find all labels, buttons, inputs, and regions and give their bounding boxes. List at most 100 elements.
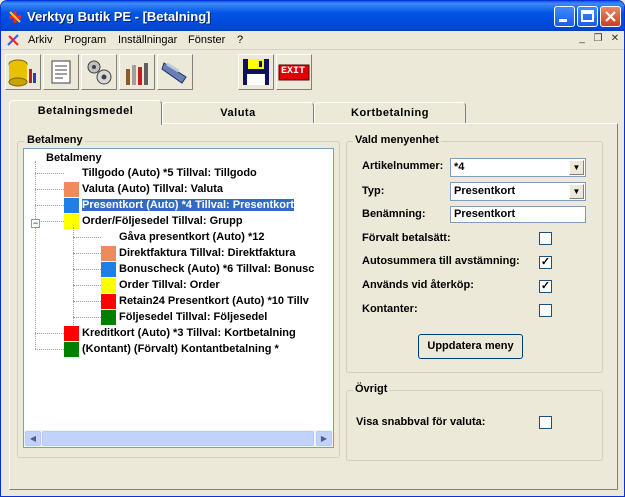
tree-node-label: Följesedel Tillval: Följesedel [119, 311, 268, 323]
collapse-expander[interactable]: − [31, 219, 40, 228]
tree-line [73, 317, 101, 318]
chevron-down-icon[interactable]: ▼ [569, 160, 584, 175]
window-title: Verktyg Butik PE - [Betalning] [27, 9, 211, 24]
reader-icon [161, 62, 187, 84]
tree-node-label: Order Tillval: Order [119, 279, 220, 291]
save-button[interactable] [238, 54, 274, 90]
kontanter-label: Kontanter: [362, 303, 418, 315]
artikelnummer-select[interactable]: *4 ▼ [450, 158, 586, 177]
tab-kortbetalning[interactable]: Kortbetalning [314, 102, 466, 124]
tree-node-label: Presentkort (Auto) *4 Tillval: Presentko… [82, 199, 294, 211]
menu-arkiv[interactable]: Arkiv [28, 34, 52, 46]
tree-node[interactable]: Order/Följesedel Tillval: Grupp [82, 214, 243, 229]
forvalt-checkbox[interactable] [539, 232, 552, 245]
tab-betalningsmedel[interactable]: Betalningsmedel [9, 100, 162, 125]
toolbar-tools-button[interactable] [119, 54, 155, 90]
maximize-button[interactable] [577, 6, 598, 27]
scroll-left-button[interactable]: ◀ [25, 431, 41, 446]
color-swatch [64, 326, 79, 341]
vald-menyenhet-title: Vald menyenhet [353, 134, 441, 146]
chevron-down-icon[interactable]: ▼ [569, 184, 584, 199]
color-swatch [101, 310, 116, 325]
color-swatch [101, 294, 116, 309]
tree-node[interactable]: Gåva presentkort (Auto) *12 [119, 230, 264, 245]
tree-node[interactable]: Valuta (Auto) Tillval: Valuta [82, 182, 223, 197]
exit-button[interactable]: EXIT [276, 54, 312, 90]
tree-line [73, 227, 74, 325]
menu-bar: Arkiv Program Inställningar Fönster ? _ … [1, 31, 624, 50]
snabbval-checkbox[interactable] [539, 416, 552, 429]
tree-node-label: Direktfaktura Tillval: Direktfaktura [119, 247, 296, 259]
mdi-close-button[interactable]: ✕ [607, 33, 623, 47]
mdi-restore-button[interactable]: ❐ [590, 33, 606, 47]
menu-program[interactable]: Program [64, 34, 106, 46]
tree-line [35, 205, 64, 206]
forvalt-label: Förvalt betalsätt: [362, 232, 451, 244]
benamning-input[interactable]: Presentkort [450, 206, 586, 223]
settings-icon [87, 60, 112, 85]
aterkop-label: Används vid återköp: [362, 279, 474, 291]
tree-node-label: Gåva presentkort (Auto) *12 [119, 231, 265, 243]
tree-node[interactable]: Retain24 Presentkort (Auto) *10 Tillv [119, 294, 309, 309]
minimize-button[interactable] [554, 6, 575, 27]
toolbar-settings-button[interactable] [81, 54, 117, 90]
tree-node-label: Bonuscheck (Auto) *6 Tillval: Bonusc [119, 263, 315, 275]
tree-node[interactable]: Kreditkort (Auto) *3 Tillval: Kortbetaln… [82, 326, 296, 341]
tree-node[interactable]: Presentkort (Auto) *4 Tillval: Presentko… [82, 198, 294, 213]
scroll-right-button[interactable]: ▶ [316, 431, 332, 446]
document-menu-icon[interactable] [6, 33, 21, 48]
tree-root-label: Betalmeny [46, 152, 102, 164]
aterkop-checkbox[interactable]: ✓ [539, 280, 552, 293]
tree-node-label: (Kontant) (Förvalt) Kontantbetalning * [82, 343, 279, 355]
scroll-thumb[interactable] [42, 431, 314, 446]
typ-value: Presentkort [454, 185, 516, 197]
typ-select[interactable]: Presentkort ▼ [450, 182, 586, 201]
tab-valuta[interactable]: Valuta [162, 102, 314, 124]
typ-label: Typ: [362, 185, 385, 197]
tree-node[interactable]: Direktfaktura Tillval: Direktfaktura [119, 246, 295, 261]
close-button[interactable] [600, 6, 621, 27]
exit-label: EXIT [281, 66, 306, 77]
mdi-minimize-button[interactable]: _ [574, 33, 590, 47]
tree-node[interactable]: Order Tillval: Order [119, 278, 220, 293]
menu-fonster[interactable]: Fönster [188, 34, 225, 46]
tree-line [73, 301, 101, 302]
betalmeny-tree[interactable]: Betalmeny Tillgodo (Auto) *5 Tillval: Ti… [23, 148, 334, 448]
tree-line [35, 333, 64, 334]
tree-node-label: Kreditkort (Auto) *3 Tillval: Kortbetaln… [82, 327, 296, 339]
tree-line [35, 349, 64, 350]
tree-node[interactable]: Bonuscheck (Auto) *6 Tillval: Bonusc [119, 262, 314, 277]
menu-help[interactable]: ? [237, 34, 243, 46]
horizontal-scrollbar[interactable]: ◀ ▶ [24, 430, 333, 447]
tree-node-label: Tillgodo (Auto) *5 Tillval: Tillgodo [82, 167, 257, 179]
tree-node[interactable]: Följesedel Tillval: Följesedel [119, 310, 267, 325]
benamning-label: Benämning: [362, 208, 426, 220]
kontanter-checkbox[interactable] [539, 304, 552, 317]
snabbval-label: Visa snabbval för valuta: [356, 416, 486, 428]
maximize-icon [581, 10, 594, 22]
toolbar-reader-button[interactable] [157, 54, 193, 90]
betalmeny-group-title: Betalmeny [25, 134, 85, 146]
tree-node[interactable]: Tillgodo (Auto) *5 Tillval: Tillgodo [82, 166, 257, 181]
menu-installningar[interactable]: Inställningar [118, 34, 177, 46]
tree-node[interactable]: (Kontant) (Förvalt) Kontantbetalning * [82, 342, 279, 357]
autosummera-checkbox[interactable]: ✓ [539, 256, 552, 269]
color-swatch [64, 198, 79, 213]
app-window: Verktyg Butik PE - [Betalning] Arkiv Pro… [0, 0, 625, 497]
tree-line [73, 253, 101, 254]
color-swatch [64, 182, 79, 197]
tree-root[interactable]: Betalmeny [46, 151, 102, 166]
title-bar[interactable]: Verktyg Butik PE - [Betalning] [1, 1, 624, 31]
tree-line [73, 269, 101, 270]
color-swatch [64, 214, 79, 229]
toolbar-database-button[interactable] [5, 54, 41, 90]
toolbar-document-button[interactable] [43, 54, 79, 90]
benamning-value: Presentkort [454, 208, 516, 220]
document-icon [51, 60, 71, 84]
tree-line [73, 237, 101, 238]
tree-node-label: Order/Följesedel Tillval: Grupp [82, 215, 243, 227]
ovrigt-title: Övrigt [353, 383, 390, 395]
autosummera-label: Autosummera till avstämning: [362, 255, 520, 267]
artikelnummer-label: Artikelnummer: [362, 160, 444, 172]
update-menu-button[interactable]: Uppdatera meny [418, 334, 523, 359]
